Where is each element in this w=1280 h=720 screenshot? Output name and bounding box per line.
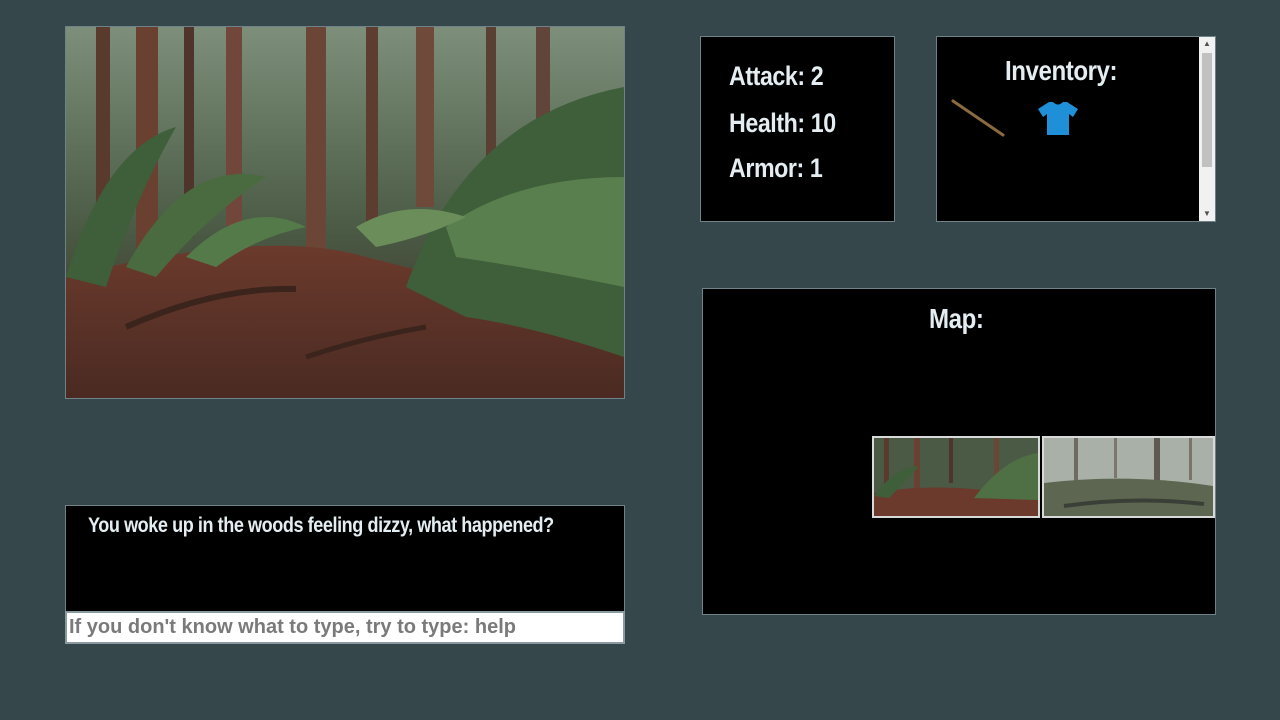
scene-image [65, 26, 625, 399]
log-message: You woke up in the woods feeling dizzy, … [88, 514, 554, 537]
health-stat: Health: 10 [729, 108, 836, 138]
scroll-up-arrow-icon[interactable]: ▲ [1199, 37, 1215, 51]
command-input[interactable] [65, 611, 625, 644]
inventory-title: Inventory: [1005, 55, 1118, 86]
inventory-panel: Inventory: ▲ ▼ [936, 36, 1216, 222]
map-title: Map: [929, 303, 984, 334]
stats-panel: Attack: 2 Health: 10 Armor: 1 [700, 36, 895, 222]
shirt-icon[interactable] [1037, 100, 1079, 136]
map-tile-forest-trail[interactable] [872, 436, 1040, 518]
forest-scene-illustration [66, 27, 624, 398]
armor-stat: Armor: 1 [729, 153, 823, 183]
scrollbar-thumb[interactable] [1202, 53, 1212, 167]
stick-icon[interactable] [949, 97, 1007, 139]
message-log: You woke up in the woods feeling dizzy, … [65, 505, 625, 612]
scroll-down-arrow-icon[interactable]: ▼ [1199, 207, 1215, 221]
inventory-scrollbar[interactable]: ▲ ▼ [1199, 37, 1215, 221]
misty-clearing-tile-image [1044, 438, 1213, 516]
attack-stat: Attack: 2 [729, 61, 824, 91]
forest-trail-tile-image [874, 438, 1038, 516]
map-tile-misty-clearing[interactable] [1042, 436, 1215, 518]
map-panel: Map: [702, 288, 1216, 615]
